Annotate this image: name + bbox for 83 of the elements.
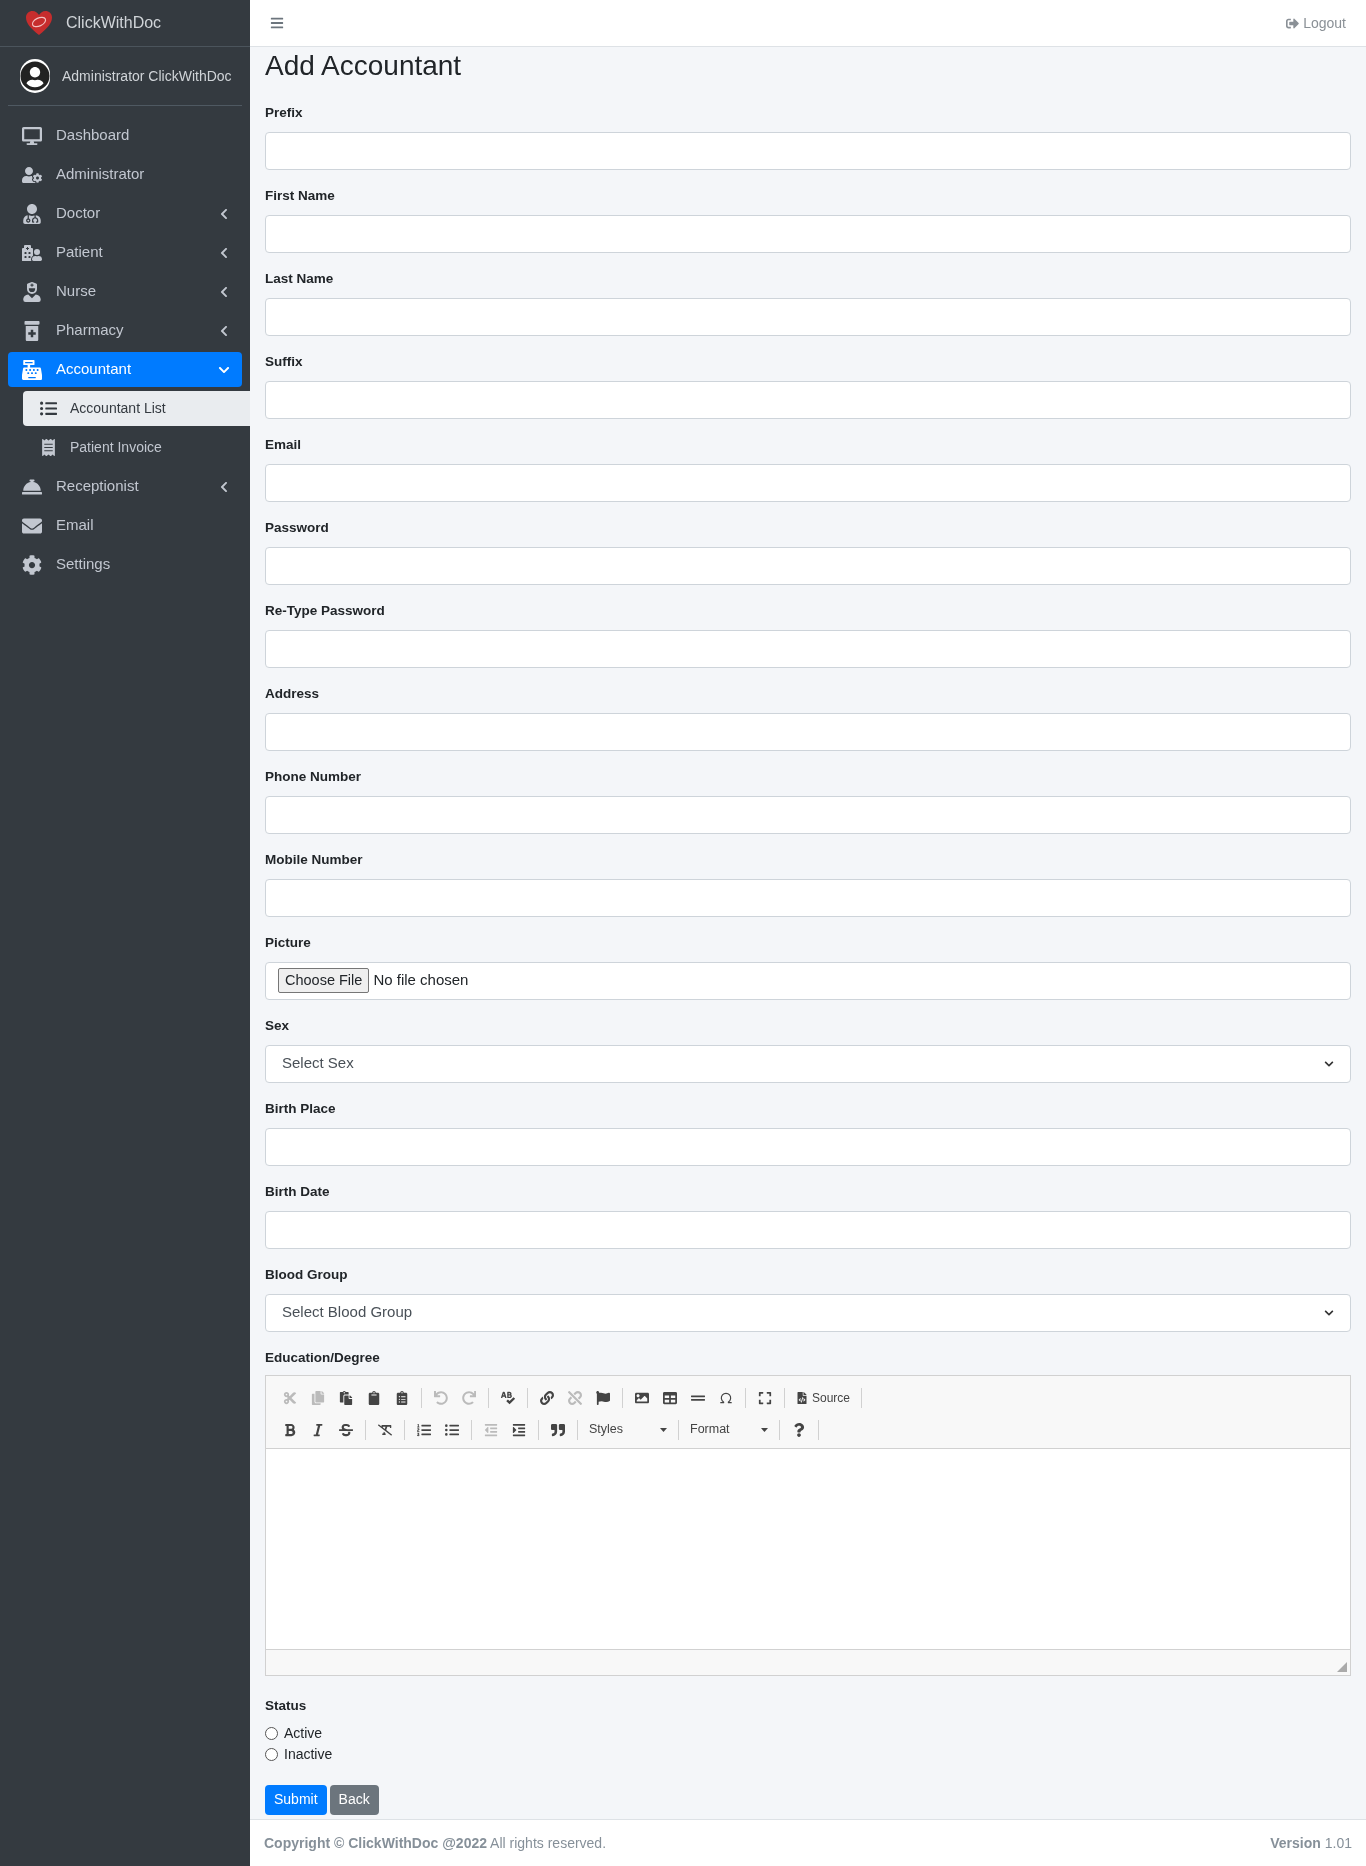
heart-logo-icon <box>24 8 54 38</box>
text-field[interactable] <box>265 629 1351 668</box>
nav-subitem[interactable]: Accountant List <box>23 391 250 426</box>
field-label: Email <box>265 435 303 454</box>
copyright-text: Copyright © ClickWithDoc @2022 All rights reserved. <box>264 1833 607 1853</box>
resize-handle-icon[interactable] <box>1337 1661 1347 1672</box>
text-field[interactable] <box>265 214 1351 253</box>
field-label: Phone Number <box>265 767 362 786</box>
nav-subitem[interactable]: Patient Invoice <box>23 430 250 465</box>
list-icon <box>38 400 58 417</box>
text-field[interactable] <box>265 546 1351 585</box>
chevron-left-icon <box>218 324 230 337</box>
source-icon <box>796 1391 808 1404</box>
field-label: Re-Type Password <box>265 601 386 620</box>
chevron-left-icon <box>218 246 230 259</box>
field-label: Password <box>265 518 330 537</box>
text-field[interactable] <box>265 463 1351 502</box>
cash-register-icon <box>20 359 44 380</box>
doctor-icon <box>20 203 44 224</box>
file-field[interactable]: Choose File No file chosen <box>265 961 1351 1000</box>
field-label: Birth Date <box>265 1182 331 1201</box>
field-label: Education/Degree <box>265 1348 381 1367</box>
text-field[interactable] <box>265 1127 1351 1166</box>
select-field[interactable]: Select Blood Group <box>265 1293 1351 1332</box>
back-button[interactable]: Back <box>329 1784 379 1815</box>
nurse-icon <box>20 281 44 302</box>
settings-icon <box>20 554 44 575</box>
field-label: Status <box>265 1696 308 1715</box>
nav-item[interactable]: Pharmacy <box>8 313 242 348</box>
nav-item[interactable]: Settings <box>8 547 242 582</box>
chevron-down-icon <box>1324 1058 1334 1069</box>
field-label: Picture <box>265 933 312 952</box>
logout-icon <box>1286 16 1300 30</box>
user-name[interactable]: Administrator ClickWithDoc <box>62 65 232 87</box>
radio-label: Active <box>284 1723 323 1743</box>
text-field[interactable] <box>265 297 1351 336</box>
field-label: Blood Group <box>265 1265 349 1284</box>
field-label: Suffix <box>265 352 304 371</box>
radio-button[interactable] <box>265 1747 278 1761</box>
page-title: Add Accountant <box>265 49 463 83</box>
select-field[interactable]: Select Sex <box>265 1044 1351 1083</box>
monitor-icon <box>20 125 44 146</box>
field-label: Last Name <box>265 269 335 288</box>
text-field[interactable] <box>265 712 1351 751</box>
nav-item[interactable]: Accountant <box>8 352 242 387</box>
chevron-left-icon <box>218 480 230 493</box>
radio-button[interactable] <box>265 1726 278 1740</box>
nav-item[interactable]: Administrator <box>8 157 242 192</box>
text-field[interactable] <box>265 1210 1351 1249</box>
patient-icon <box>20 242 44 263</box>
field-label: Prefix <box>265 103 304 122</box>
source-button[interactable]: Source <box>790 1388 857 1407</box>
text-field[interactable] <box>265 131 1351 170</box>
text-field[interactable] <box>265 878 1351 917</box>
brand-name[interactable]: ClickWithDoc <box>66 11 162 35</box>
chevron-left-icon <box>218 285 230 298</box>
nav-item[interactable]: Nurse <box>8 274 242 309</box>
field-label: Sex <box>265 1016 291 1035</box>
chevron-left-icon <box>218 207 230 220</box>
text-field[interactable] <box>265 380 1351 419</box>
nav-item[interactable]: Email <box>8 508 242 543</box>
chevron-down-icon <box>1324 1307 1334 1318</box>
radio-label: Inactive <box>284 1744 333 1764</box>
nav-item[interactable]: Patient <box>8 235 242 270</box>
field-label: Address <box>265 684 321 703</box>
field-label: Mobile Number <box>265 850 364 869</box>
caret-down-icon <box>660 1427 667 1432</box>
field-label: Birth Place <box>265 1099 337 1118</box>
nav-item[interactable]: Doctor <box>8 196 242 231</box>
user-gear-icon <box>20 164 44 185</box>
nav-item[interactable]: Receptionist <box>8 469 242 504</box>
avatar-icon <box>20 59 50 93</box>
nav-item[interactable]: Dashboard <box>8 118 242 153</box>
submit-button[interactable]: Submit <box>265 1784 327 1815</box>
caret-down-icon <box>761 1427 768 1432</box>
choose-file-button[interactable]: Choose File <box>278 967 370 994</box>
version-text: Version 1.01 <box>1270 1833 1352 1853</box>
file-status: No file chosen <box>373 970 469 991</box>
menu-icon[interactable] <box>270 16 284 30</box>
dropdown-button[interactable]: Format <box>684 1420 774 1439</box>
dropdown-button[interactable]: Styles <box>583 1420 673 1439</box>
field-label: First Name <box>265 186 336 205</box>
text-field[interactable] <box>265 795 1351 834</box>
